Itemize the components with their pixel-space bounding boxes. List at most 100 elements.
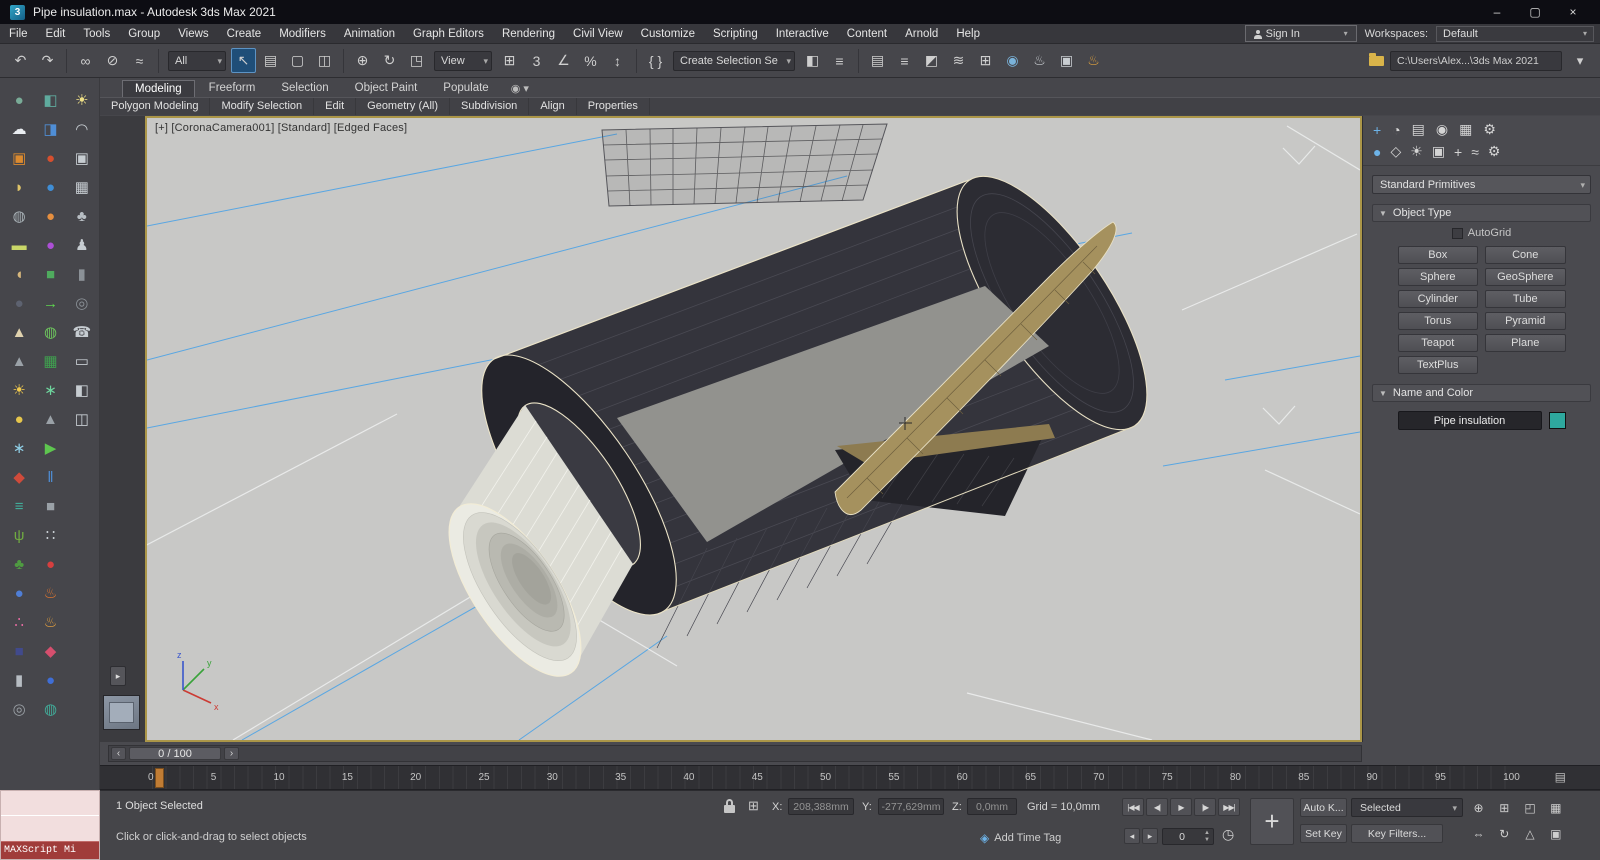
fire-sphere-icon[interactable]: ● (37, 144, 64, 173)
bun-tool-icon[interactable]: ◖ (6, 260, 33, 289)
time-configuration-icon[interactable]: ◷ (1222, 826, 1234, 843)
toolbar-separator[interactable] (343, 48, 344, 73)
next-frame-button[interactable]: |▶ (1194, 798, 1216, 816)
purple-sphere-icon[interactable]: ● (37, 231, 64, 260)
grid-plane-object[interactable] (601, 123, 888, 207)
ribbon-group-button[interactable]: Edit (314, 98, 357, 115)
select-link-icon[interactable]: ∞ (73, 48, 98, 73)
project-path-field[interactable]: C:\Users\Alex...\3ds Max 2021 (1390, 50, 1562, 71)
dots-tool-icon[interactable]: ∷ (37, 521, 64, 550)
spinner-arrows-icon[interactable]: ▲ ▼ (1201, 830, 1213, 843)
set-keys-button[interactable]: + (1250, 798, 1294, 845)
percent-snap-icon[interactable]: % (578, 48, 603, 73)
edit-named-selection-icon[interactable]: { } (643, 48, 668, 73)
object-type-button[interactable]: Plane (1485, 334, 1566, 352)
ribbon-group-button[interactable]: Polygon Modeling (100, 98, 211, 115)
named-selection-dropdown[interactable]: Create Selection Se (673, 50, 795, 71)
select-scale-icon[interactable]: ◳ (404, 48, 429, 73)
time-slider-handle[interactable]: 0 / 100 (129, 747, 221, 760)
project-folder-menu-icon[interactable]: ▾ (1568, 53, 1592, 69)
minimize-button[interactable]: – (1480, 2, 1514, 22)
previous-frame-button[interactable]: ◀| (1146, 798, 1168, 816)
pause-shape-icon[interactable]: ‖ (37, 463, 64, 492)
zoom-extents-all-icon[interactable]: ▦ (1545, 797, 1566, 819)
menu-item[interactable]: Customize (632, 24, 704, 44)
camera-icon[interactable]: ▣ (68, 144, 95, 173)
sun-icon[interactable]: ☀ (6, 376, 33, 405)
object-name-field[interactable]: Pipe insulation (1397, 411, 1542, 430)
step-forward-button[interactable]: ▸ (1142, 828, 1158, 844)
utilities-tab-icon[interactable]: ⚙ (1483, 121, 1496, 138)
object-type-button[interactable]: Torus (1397, 312, 1478, 330)
flame-icon[interactable]: ♨ (37, 579, 64, 608)
plane-tool-icon[interactable]: ▬ (6, 231, 33, 260)
select-move-icon[interactable]: ⊕ (350, 48, 375, 73)
menu-item[interactable]: Create (218, 24, 271, 44)
water-sphere-icon[interactable]: ● (37, 173, 64, 202)
object-type-button[interactable]: Pyramid (1485, 312, 1566, 330)
object-color-swatch[interactable] (1548, 412, 1566, 429)
cloud-tool-icon[interactable]: ☁ (6, 115, 33, 144)
gray-cone-icon[interactable]: ▲ (37, 405, 64, 434)
rect-selection-icon[interactable]: ▢ (285, 48, 310, 73)
maxscript-mini-listener[interactable]: MAXScript Mi (0, 790, 100, 860)
key-filters-button[interactable]: Key Filters... (1351, 824, 1443, 843)
ribbon-group-button[interactable]: Properties (577, 98, 650, 115)
ribbon-group-button[interactable]: Subdivision (450, 98, 530, 115)
viewport-3d-scene[interactable]: x y z (136, 118, 1361, 741)
play-shape-icon[interactable]: ▶ (37, 434, 64, 463)
modify-tab-icon[interactable]: ◔ (1392, 122, 1400, 138)
object-type-button[interactable]: Cylinder (1397, 290, 1478, 308)
toolbar-separator[interactable] (158, 48, 159, 73)
next-frame-arrow[interactable]: › (224, 747, 239, 760)
menu-item[interactable]: Rendering (493, 24, 564, 44)
toolbar-separator[interactable] (636, 48, 637, 73)
dome-icon[interactable]: ◠ (68, 115, 95, 144)
spiral-tool-icon[interactable]: ◎ (6, 695, 33, 724)
yellow-sphere-icon[interactable]: ● (6, 405, 33, 434)
bind-spacewarp-icon[interactable]: ≈ (127, 48, 152, 73)
step-back-button[interactable]: ◂ (1124, 828, 1140, 844)
foliage-icon[interactable]: ♣ (6, 550, 33, 579)
render-setup-icon[interactable]: ♨ (1027, 48, 1052, 73)
rendered-frame-icon[interactable]: ▣ (1054, 48, 1079, 73)
zoom-extents-icon[interactable]: ◰ (1520, 797, 1541, 819)
cylinder-tool-icon[interactable]: ▮ (6, 666, 33, 695)
stop-shape-icon[interactable]: ■ (37, 492, 64, 521)
object-type-button[interactable]: Tube (1485, 290, 1566, 308)
use-pivot-center-icon[interactable]: ⊞ (497, 48, 522, 73)
maximize-button[interactable]: ▢ (1518, 2, 1552, 22)
create-tab-icon[interactable]: + (1373, 122, 1381, 138)
tree-icon[interactable]: ♣ (68, 202, 95, 231)
y-coordinate-field[interactable]: -277,629mm (878, 798, 944, 815)
primitives-dropdown[interactable]: Standard Primitives (1372, 175, 1591, 194)
ribbon-tab[interactable]: Selection (269, 80, 340, 97)
lights-category-icon[interactable]: ☀ (1410, 143, 1423, 160)
spray-tool-icon[interactable]: ◍ (6, 202, 33, 231)
hierarchy-tab-icon[interactable]: ▤ (1412, 121, 1425, 138)
menu-item[interactable]: Tools (74, 24, 119, 44)
menu-item[interactable]: Scripting (704, 24, 767, 44)
material-editor-icon[interactable]: ◉ (1000, 48, 1025, 73)
spacewarps-category-icon[interactable]: ≈ (1471, 144, 1479, 160)
camcorder-icon[interactable]: ◧ (68, 376, 95, 405)
angle-snap-icon[interactable]: ∠ (551, 48, 576, 73)
toolbar-separator[interactable] (858, 48, 859, 73)
key-set-dropdown[interactable]: Selected (1351, 798, 1463, 817)
selection-filter-dropdown[interactable]: All (168, 50, 226, 71)
menu-item[interactable]: Interactive (767, 24, 838, 44)
ref-coord-dropdown[interactable]: View (434, 50, 492, 71)
menu-item[interactable]: Arnold (896, 24, 947, 44)
lightbulb-icon[interactable]: ☀ (68, 86, 95, 115)
cake-tool-icon[interactable]: ▲ (6, 318, 33, 347)
paint-icon[interactable]: ◆ (37, 637, 64, 666)
berries-icon[interactable]: ∴ (6, 608, 33, 637)
ocean-sphere-icon[interactable]: ● (37, 666, 64, 695)
display-tab-icon[interactable]: ▦ (1459, 121, 1472, 138)
orange-sphere-icon[interactable]: ● (37, 202, 64, 231)
orbit-icon[interactable]: ↻ (1494, 823, 1515, 845)
ribbon-toggle-icon[interactable]: ◩ (919, 48, 944, 73)
menu-item[interactable]: File (0, 24, 37, 44)
motion-tab-icon[interactable]: ◉ (1436, 121, 1448, 138)
zoom-icon[interactable]: ⊕ (1468, 797, 1489, 819)
